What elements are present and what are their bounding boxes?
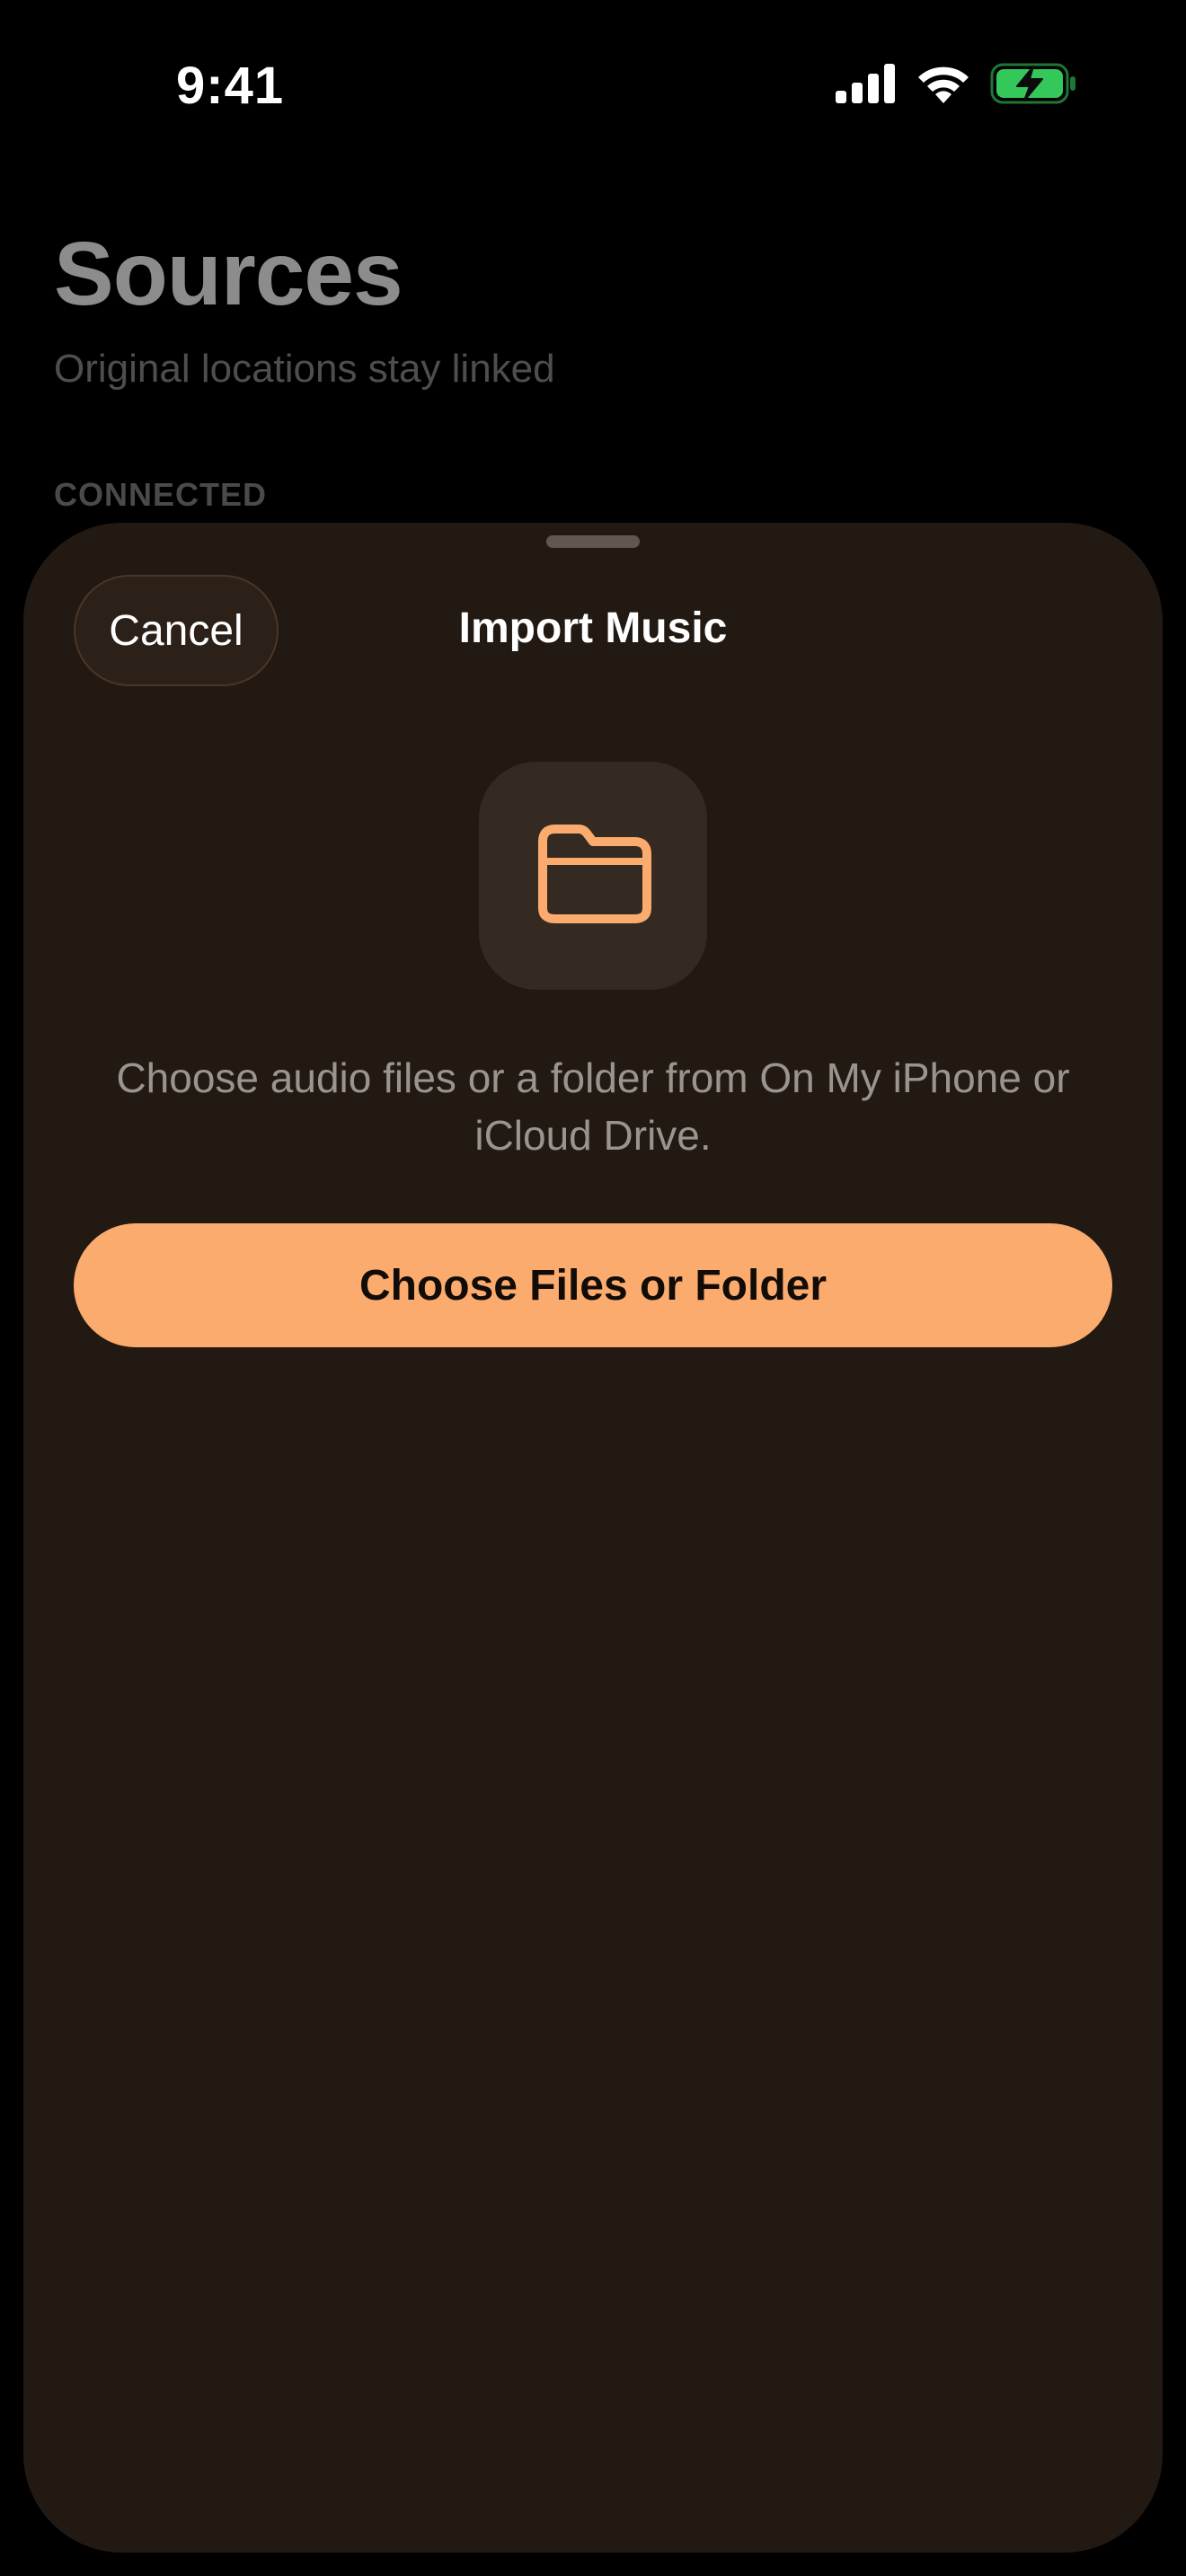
page-subtitle: Original locations stay linked (54, 347, 555, 391)
sheet-title: Import Music (458, 604, 728, 652)
import-music-sheet: Cancel Import Music Choose audio files o… (23, 523, 1163, 2553)
choose-files-or-folder-button[interactable]: Choose Files or Folder (74, 1223, 1112, 1347)
status-icons (836, 63, 1076, 104)
import-description: Choose audio files or a folder from On M… (116, 1054, 1070, 1159)
section-header-connected: CONNECTED (54, 476, 268, 513)
cellular-signal-icon (836, 64, 897, 103)
folder-tile (479, 762, 707, 990)
sheet-grabber[interactable] (546, 535, 640, 548)
battery-charging-icon (990, 63, 1076, 104)
page-title: Sources (54, 224, 403, 324)
folder-icon (530, 822, 656, 931)
status-time: 9:41 (176, 57, 285, 115)
wifi-icon (916, 64, 970, 103)
status-bar: 9:41 (0, 0, 1186, 171)
